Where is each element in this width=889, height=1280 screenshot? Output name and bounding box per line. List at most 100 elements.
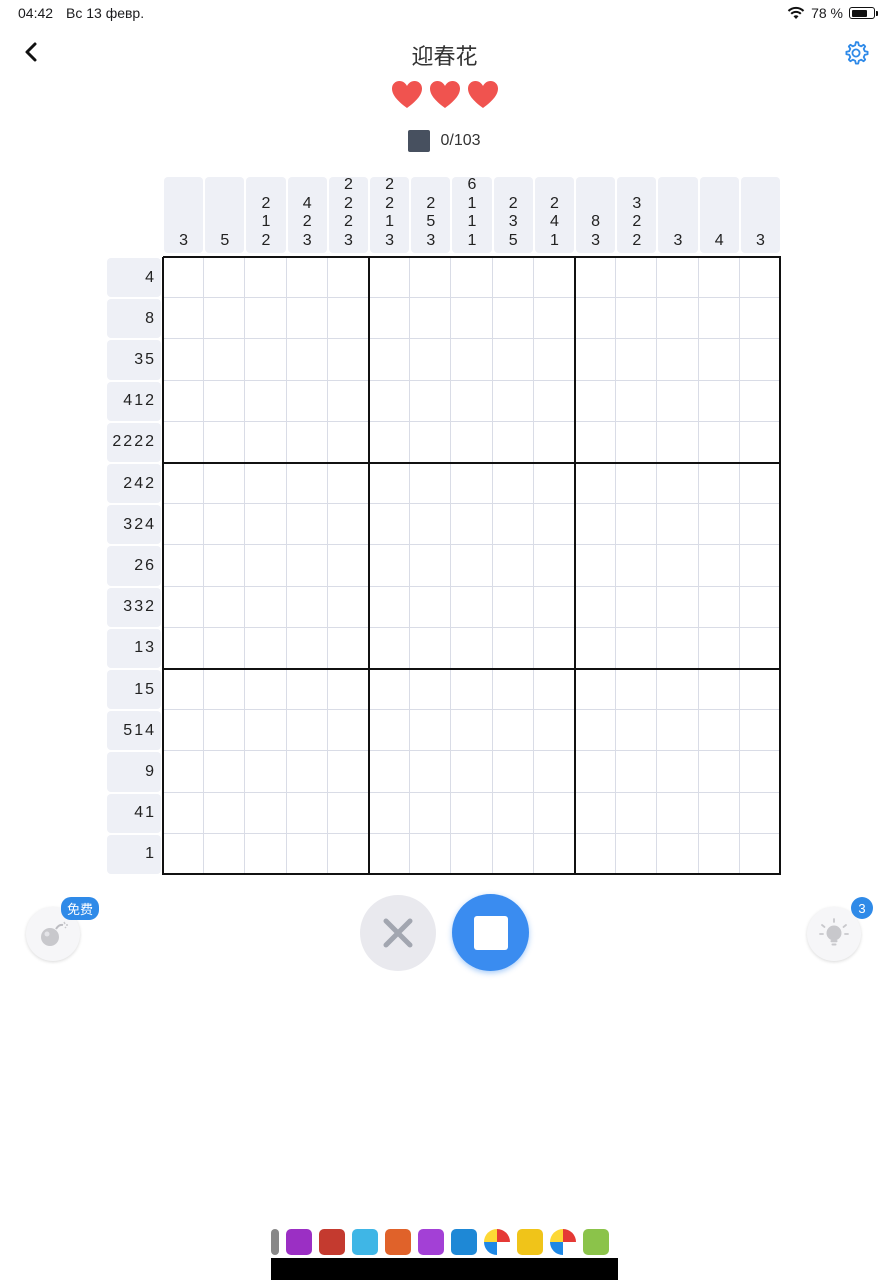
grid-cell[interactable]: [245, 586, 287, 628]
blue-app-icon[interactable]: [451, 1229, 477, 1255]
grid-cell[interactable]: [410, 339, 452, 381]
grid-cell[interactable]: [533, 586, 575, 628]
grid-cell[interactable]: [286, 257, 328, 299]
grid-cell[interactable]: [698, 298, 740, 340]
grid-cell[interactable]: [327, 298, 369, 340]
grid-cell[interactable]: [739, 421, 781, 463]
grid-cell[interactable]: [657, 669, 699, 711]
grid-cell[interactable]: [698, 833, 740, 875]
grid-cell[interactable]: [245, 545, 287, 587]
grid-cell[interactable]: [739, 792, 781, 834]
grid-cell[interactable]: [575, 586, 617, 628]
grid-cell[interactable]: [698, 545, 740, 587]
grid-cell[interactable]: [410, 627, 452, 669]
grid-cell[interactable]: [245, 421, 287, 463]
fill-mode-button[interactable]: [452, 894, 529, 971]
grid-cell[interactable]: [369, 792, 411, 834]
grid-cell[interactable]: [369, 421, 411, 463]
settings-button[interactable]: [843, 40, 869, 66]
grid-cell[interactable]: [163, 339, 205, 381]
grid-cell[interactable]: [739, 627, 781, 669]
grid-cell[interactable]: [327, 586, 369, 628]
grid-cell[interactable]: [492, 792, 534, 834]
grid-cell[interactable]: [369, 463, 411, 505]
grid-cell[interactable]: [533, 380, 575, 422]
purple-app-icon[interactable]: [286, 1229, 312, 1255]
grid-cell[interactable]: [451, 751, 493, 793]
grid-cell[interactable]: [657, 257, 699, 299]
grid-cell[interactable]: [286, 627, 328, 669]
grid-cell[interactable]: [163, 751, 205, 793]
grid-cell[interactable]: [575, 380, 617, 422]
grid-cell[interactable]: [492, 751, 534, 793]
grid-cell[interactable]: [286, 463, 328, 505]
grid-cell[interactable]: [533, 710, 575, 752]
grid-cell[interactable]: [410, 257, 452, 299]
cross-mode-button[interactable]: [360, 895, 436, 971]
grid-cell[interactable]: [657, 545, 699, 587]
grid-cell[interactable]: [698, 627, 740, 669]
grid-cell[interactable]: [575, 792, 617, 834]
grid-cell[interactable]: [616, 751, 658, 793]
grid-cell[interactable]: [327, 504, 369, 546]
grid-cell[interactable]: [245, 751, 287, 793]
grid-cell[interactable]: [204, 463, 246, 505]
grid-cell[interactable]: [410, 545, 452, 587]
ad-banner[interactable]: [271, 1226, 618, 1280]
grid-cell[interactable]: [410, 586, 452, 628]
grid-cell[interactable]: [657, 380, 699, 422]
grid-cell[interactable]: [451, 545, 493, 587]
grid-cell[interactable]: [492, 545, 534, 587]
grid-cell[interactable]: [575, 710, 617, 752]
grid-cell[interactable]: [739, 833, 781, 875]
grid-cell[interactable]: [657, 751, 699, 793]
grid-cell[interactable]: [657, 298, 699, 340]
grid-cell[interactable]: [739, 339, 781, 381]
grid-cell[interactable]: [657, 463, 699, 505]
grid-cell[interactable]: [657, 627, 699, 669]
grid-cell[interactable]: [451, 586, 493, 628]
grid-cell[interactable]: [204, 545, 246, 587]
grid-cell[interactable]: [245, 257, 287, 299]
grid-cell[interactable]: [327, 257, 369, 299]
grid-cell[interactable]: [410, 421, 452, 463]
grid-cell[interactable]: [657, 339, 699, 381]
grid-cell[interactable]: [616, 257, 658, 299]
grid-cell[interactable]: [163, 463, 205, 505]
grid-cell[interactable]: [410, 833, 452, 875]
grid-cell[interactable]: [451, 339, 493, 381]
grid-cell[interactable]: [575, 669, 617, 711]
grid-cell[interactable]: [657, 710, 699, 752]
grid-cell[interactable]: [369, 257, 411, 299]
blue-cube-icon[interactable]: [352, 1229, 378, 1255]
grid-cell[interactable]: [616, 792, 658, 834]
grid-cell[interactable]: [369, 586, 411, 628]
grid-cell[interactable]: [657, 421, 699, 463]
grid-cell[interactable]: [698, 257, 740, 299]
grid-cell[interactable]: [533, 833, 575, 875]
grid-cell[interactable]: [657, 586, 699, 628]
yellow-cube-icon[interactable]: [517, 1229, 543, 1255]
grid-cell[interactable]: [410, 504, 452, 546]
grid-cell[interactable]: [245, 504, 287, 546]
grid-cell[interactable]: [492, 710, 534, 752]
grid-cell[interactable]: [451, 710, 493, 752]
grid-cell[interactable]: [451, 380, 493, 422]
grid-cell[interactable]: [286, 833, 328, 875]
grid-cell[interactable]: [286, 792, 328, 834]
grid-cell[interactable]: [616, 504, 658, 546]
grid-cell[interactable]: [369, 669, 411, 711]
grid-cell[interactable]: [245, 298, 287, 340]
grid-cell[interactable]: [739, 751, 781, 793]
grid-cell[interactable]: [286, 380, 328, 422]
grid-cell[interactable]: [369, 298, 411, 340]
grid-cell[interactable]: [204, 833, 246, 875]
grid-cell[interactable]: [163, 545, 205, 587]
grid-cell[interactable]: [575, 545, 617, 587]
grid-cell[interactable]: [327, 833, 369, 875]
grid-cell[interactable]: [739, 669, 781, 711]
rubik-cube-icon[interactable]: [319, 1229, 345, 1255]
grid-cell[interactable]: [575, 421, 617, 463]
grid-cell[interactable]: [575, 751, 617, 793]
grid-cell[interactable]: [575, 298, 617, 340]
